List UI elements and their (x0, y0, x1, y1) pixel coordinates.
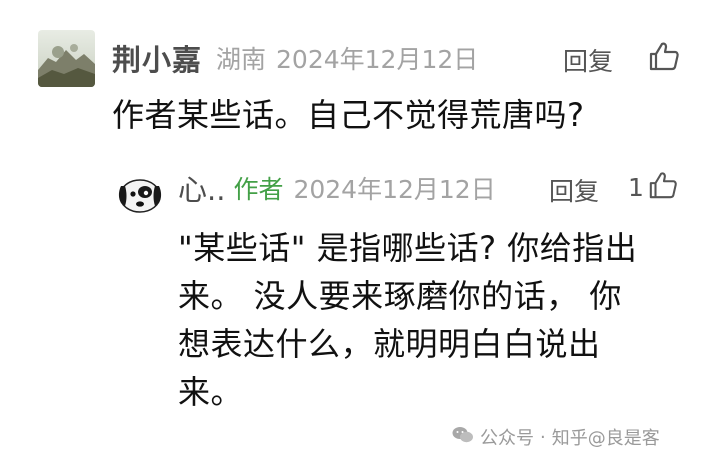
reply-date: 2024年12月12日 (293, 175, 496, 204)
comment-thread: 荆小嘉 湖南 2024年12月12日 回复 作者某些话。自己不觉得荒唐吗? 心.… (0, 0, 720, 468)
like-button[interactable] (648, 40, 680, 76)
reply-text-line: 来。 (178, 373, 244, 411)
watermark-separator: · (540, 426, 546, 448)
watermark-account-label: 公众号 (480, 428, 534, 449)
avatar[interactable] (38, 30, 95, 87)
reply-button[interactable]: 回复 (563, 42, 613, 78)
reply-text-line: 来。 没人要来琢磨你的话， 你 (178, 277, 622, 315)
location-label: 湖南 (216, 45, 267, 74)
avatar-image (38, 30, 95, 87)
username[interactable]: 荆小嘉 (112, 37, 202, 79)
wechat-icon (452, 426, 474, 449)
comment-meta: 荆小嘉 湖南 2024年12月12日 (112, 36, 478, 80)
reply-meta: 心.. 作者 2024年12月12日 (178, 166, 496, 210)
reply-text-line: "某些话" 是指哪些话? 你给指出 (178, 229, 638, 267)
reply-text: "某些话" 是指哪些话? 你给指出 来。 没人要来琢磨你的话， 你 想表达什么，… (178, 224, 698, 416)
watermark-name: 知乎@良是客 (551, 428, 660, 449)
comment-text: 作者某些话。自己不觉得荒唐吗? (112, 96, 585, 134)
watermark: 公众号 · 知乎@良是客 (452, 424, 660, 450)
thumbs-up-icon (648, 40, 680, 76)
reply-like-button[interactable]: 1 (628, 170, 678, 204)
like-count: 1 (628, 172, 644, 202)
comment-date: 2024年12月12日 (276, 45, 479, 74)
author-badge: 作者 (233, 175, 284, 204)
reply-button[interactable]: 回复 (549, 172, 599, 208)
thumbs-up-icon (648, 170, 678, 204)
reply-avatar[interactable] (115, 172, 165, 216)
dog-avatar-image (118, 179, 162, 213)
reply-text-line: 想表达什么，就明明白白说出 (178, 325, 601, 363)
reply-username[interactable]: 心.. (178, 167, 225, 209)
